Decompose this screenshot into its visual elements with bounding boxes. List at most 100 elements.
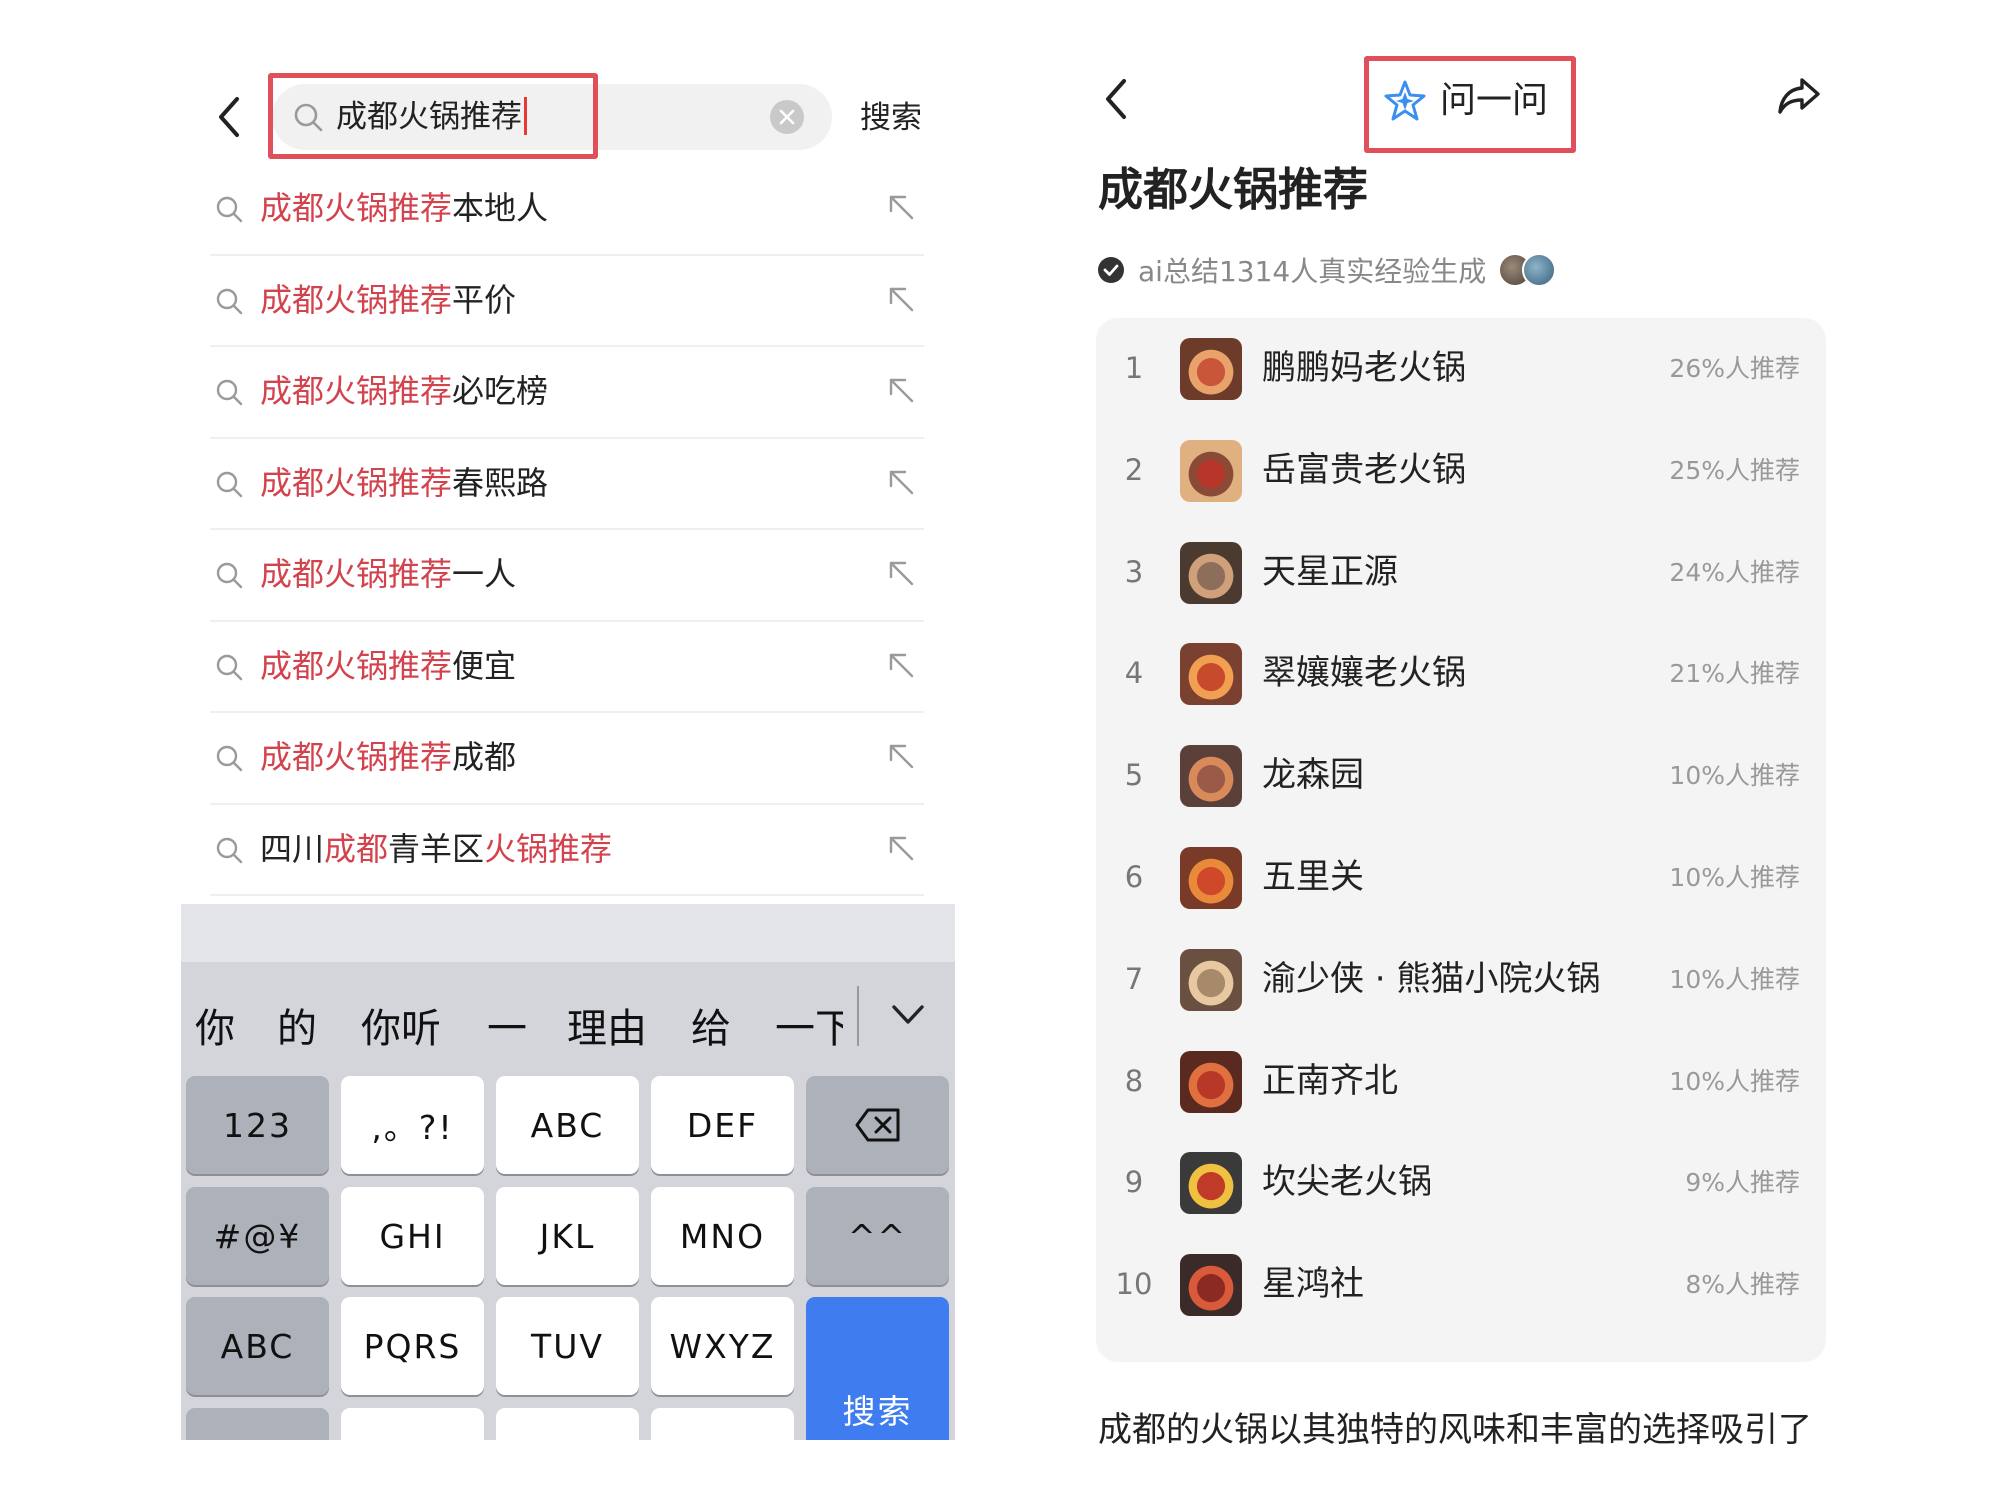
suggestion-match: 成都火锅推荐 (260, 280, 453, 319)
key[interactable]: JKL (496, 1187, 639, 1285)
ranking-item[interactable]: 2 岳富贵老火锅 25%人推荐 (1096, 420, 1826, 522)
back-button[interactable] (215, 95, 245, 139)
suggestion-text: 成都火锅推荐一人 (260, 551, 516, 597)
suggestion-match: 成都火锅推荐 (260, 738, 453, 776)
chevron-down-icon[interactable] (891, 1004, 925, 1026)
key[interactable]: DEF (651, 1076, 794, 1174)
key[interactable]: MNO (651, 1187, 794, 1285)
key[interactable]: ABC (496, 1076, 639, 1174)
suggestion-item[interactable]: 成都火锅推荐一人 (210, 530, 924, 622)
delete-key[interactable] (806, 1076, 949, 1174)
ranking-item[interactable]: 7 渝少侠 · 熊猫小院火锅 10%人推荐 (1096, 929, 1826, 1031)
suggestion-text: 成都火锅推荐春熙路 (260, 460, 548, 506)
ranking-item[interactable]: 6 五里关 10%人推荐 (1096, 827, 1826, 929)
candidate-word[interactable]: 一下 (775, 994, 843, 1064)
page-title: 成都火锅推荐 (1098, 163, 1369, 216)
search-button[interactable]: 搜索 (860, 96, 922, 140)
summary-meta: ai总结1314人真实经验生成 (1098, 250, 1562, 290)
ranking-item[interactable]: 10 星鸿社 8%人推荐 (1096, 1234, 1826, 1336)
recommend-percent: 24%人推荐 (1669, 557, 1800, 587)
suggestion-item[interactable]: 成都火锅推荐必吃榜 (210, 347, 924, 439)
suggestion-text: 成都火锅推荐平价 (260, 277, 516, 323)
suggestion-item[interactable]: 成都火锅推荐便宜 (210, 622, 924, 713)
candidate-word[interactable]: 一 (487, 994, 527, 1064)
ranking-item[interactable]: 9 坎尖老火锅 9%人推荐 (1096, 1132, 1826, 1234)
rank-number: 9 (1124, 1165, 1144, 1200)
suggestion-item[interactable]: 成都火锅推荐成都 (210, 713, 924, 805)
rank-number: 2 (1124, 452, 1144, 487)
suggestion-match: 成都火锅推荐 (260, 646, 453, 685)
fill-arrow-icon[interactable] (886, 741, 916, 771)
restaurant-thumbnail (1180, 847, 1242, 909)
suggestion-rest: 便宜 (452, 646, 517, 685)
restaurant-name: 龙森园 (1262, 755, 1364, 796)
fill-arrow-icon[interactable] (886, 558, 916, 588)
avatar (1522, 253, 1557, 287)
rank-number: 6 (1124, 860, 1144, 894)
keyboard-toolbar (181, 904, 955, 962)
suggestion-rest: 本地人 (452, 189, 549, 227)
keyboard: 你的你听一理由给一下 123,。?! ABC DEF #@¥ GHI JKL MNO ^^ AB… (181, 904, 955, 1440)
back-button[interactable] (1102, 77, 1132, 121)
key[interactable]: TUV (496, 1297, 639, 1395)
candidate-word[interactable]: 的 (277, 994, 317, 1064)
fill-arrow-icon[interactable] (886, 467, 916, 497)
key-cut-off[interactable] (186, 1408, 329, 1440)
rank-number: 1 (1124, 351, 1144, 385)
ranking-item[interactable]: 4 翠孃孃老火锅 21%人推荐 (1096, 623, 1826, 725)
search-icon (216, 288, 243, 314)
delete-key-icon (855, 1108, 899, 1142)
suggestion-rest: 四川 (260, 829, 325, 868)
suggestion-item[interactable]: 成都火锅推荐平价 (210, 256, 924, 347)
candidate-word[interactable]: 给 (691, 994, 731, 1064)
suggestion-item[interactable]: 四川成都青羊区火锅推荐 (210, 805, 924, 896)
restaurant-name: 岳富贵老火锅 (1262, 449, 1466, 490)
restaurant-thumbnail (1180, 1254, 1242, 1317)
fill-arrow-icon[interactable] (886, 650, 916, 680)
recommend-percent: 10%人推荐 (1669, 1066, 1800, 1096)
search-icon (216, 196, 243, 223)
key-cut-off[interactable] (651, 1408, 794, 1440)
verified-check-icon (1098, 257, 1124, 283)
ranking-item[interactable]: 8 正南齐北 10%人推荐 (1096, 1031, 1826, 1133)
candidate-word[interactable]: 理由 (567, 994, 647, 1064)
recommend-percent: 26%人推荐 (1669, 354, 1800, 383)
rank-number: 5 (1124, 758, 1144, 793)
keyboard-search-key[interactable]: 搜索 (806, 1297, 949, 1440)
ranking-item[interactable]: 3 天星正源 24%人推荐 (1096, 522, 1826, 624)
suggestion-text: 成都火锅推荐成都 (260, 734, 516, 780)
back-chevron-icon (1106, 79, 1126, 119)
clear-button[interactable] (770, 100, 804, 134)
rank-number: 4 (1124, 656, 1144, 691)
key[interactable]: PQRS (341, 1297, 484, 1395)
restaurant-thumbnail (1180, 948, 1242, 1011)
ranking-item[interactable]: 5 龙森园 10%人推荐 (1096, 725, 1826, 827)
fill-arrow-icon[interactable] (886, 375, 916, 405)
key[interactable]: ^^ (806, 1187, 949, 1285)
key-cut-off[interactable] (341, 1408, 484, 1440)
candidate-word[interactable]: 你听 (361, 994, 441, 1064)
suggestion-match: 成都火锅推荐 (260, 463, 453, 502)
suggestion-rest: 平价 (452, 280, 517, 319)
key[interactable]: GHI (341, 1187, 484, 1285)
fill-arrow-icon[interactable] (886, 192, 916, 222)
search-suggestion-screen: 成都火锅推荐 搜索 成都火锅推荐本地人 成都火锅推荐平价 成都火锅推荐必吃榜 成都火锅… (0, 0, 1000, 1496)
candidate-word[interactable]: 你 (195, 994, 235, 1064)
fill-arrow-icon[interactable] (886, 284, 916, 314)
ranking-item[interactable]: 1 鹏鹏妈老火锅 26%人推荐 (1096, 318, 1826, 420)
restaurant-name: 天星正源 (1262, 551, 1398, 592)
suggestion-rest: 春熙路 (452, 463, 549, 502)
suggestion-item[interactable]: 成都火锅推荐本地人 (210, 164, 924, 256)
key-cut-off[interactable] (496, 1408, 639, 1440)
suggestion-item[interactable]: 成都火锅推荐春熙路 (210, 439, 924, 530)
key[interactable]: #@¥ (186, 1187, 329, 1285)
share-button[interactable] (1776, 74, 1822, 118)
key[interactable]: ,。?! (341, 1076, 484, 1174)
key[interactable]: 123 (186, 1076, 329, 1174)
key[interactable]: ABC (186, 1297, 329, 1395)
suggestion-text: 成都火锅推荐本地人 (260, 185, 548, 231)
search-icon (216, 654, 243, 680)
fill-arrow-icon[interactable] (886, 833, 916, 863)
key[interactable]: WXYZ (651, 1297, 794, 1395)
suggestion-match: 成都火锅推荐 (260, 372, 453, 410)
